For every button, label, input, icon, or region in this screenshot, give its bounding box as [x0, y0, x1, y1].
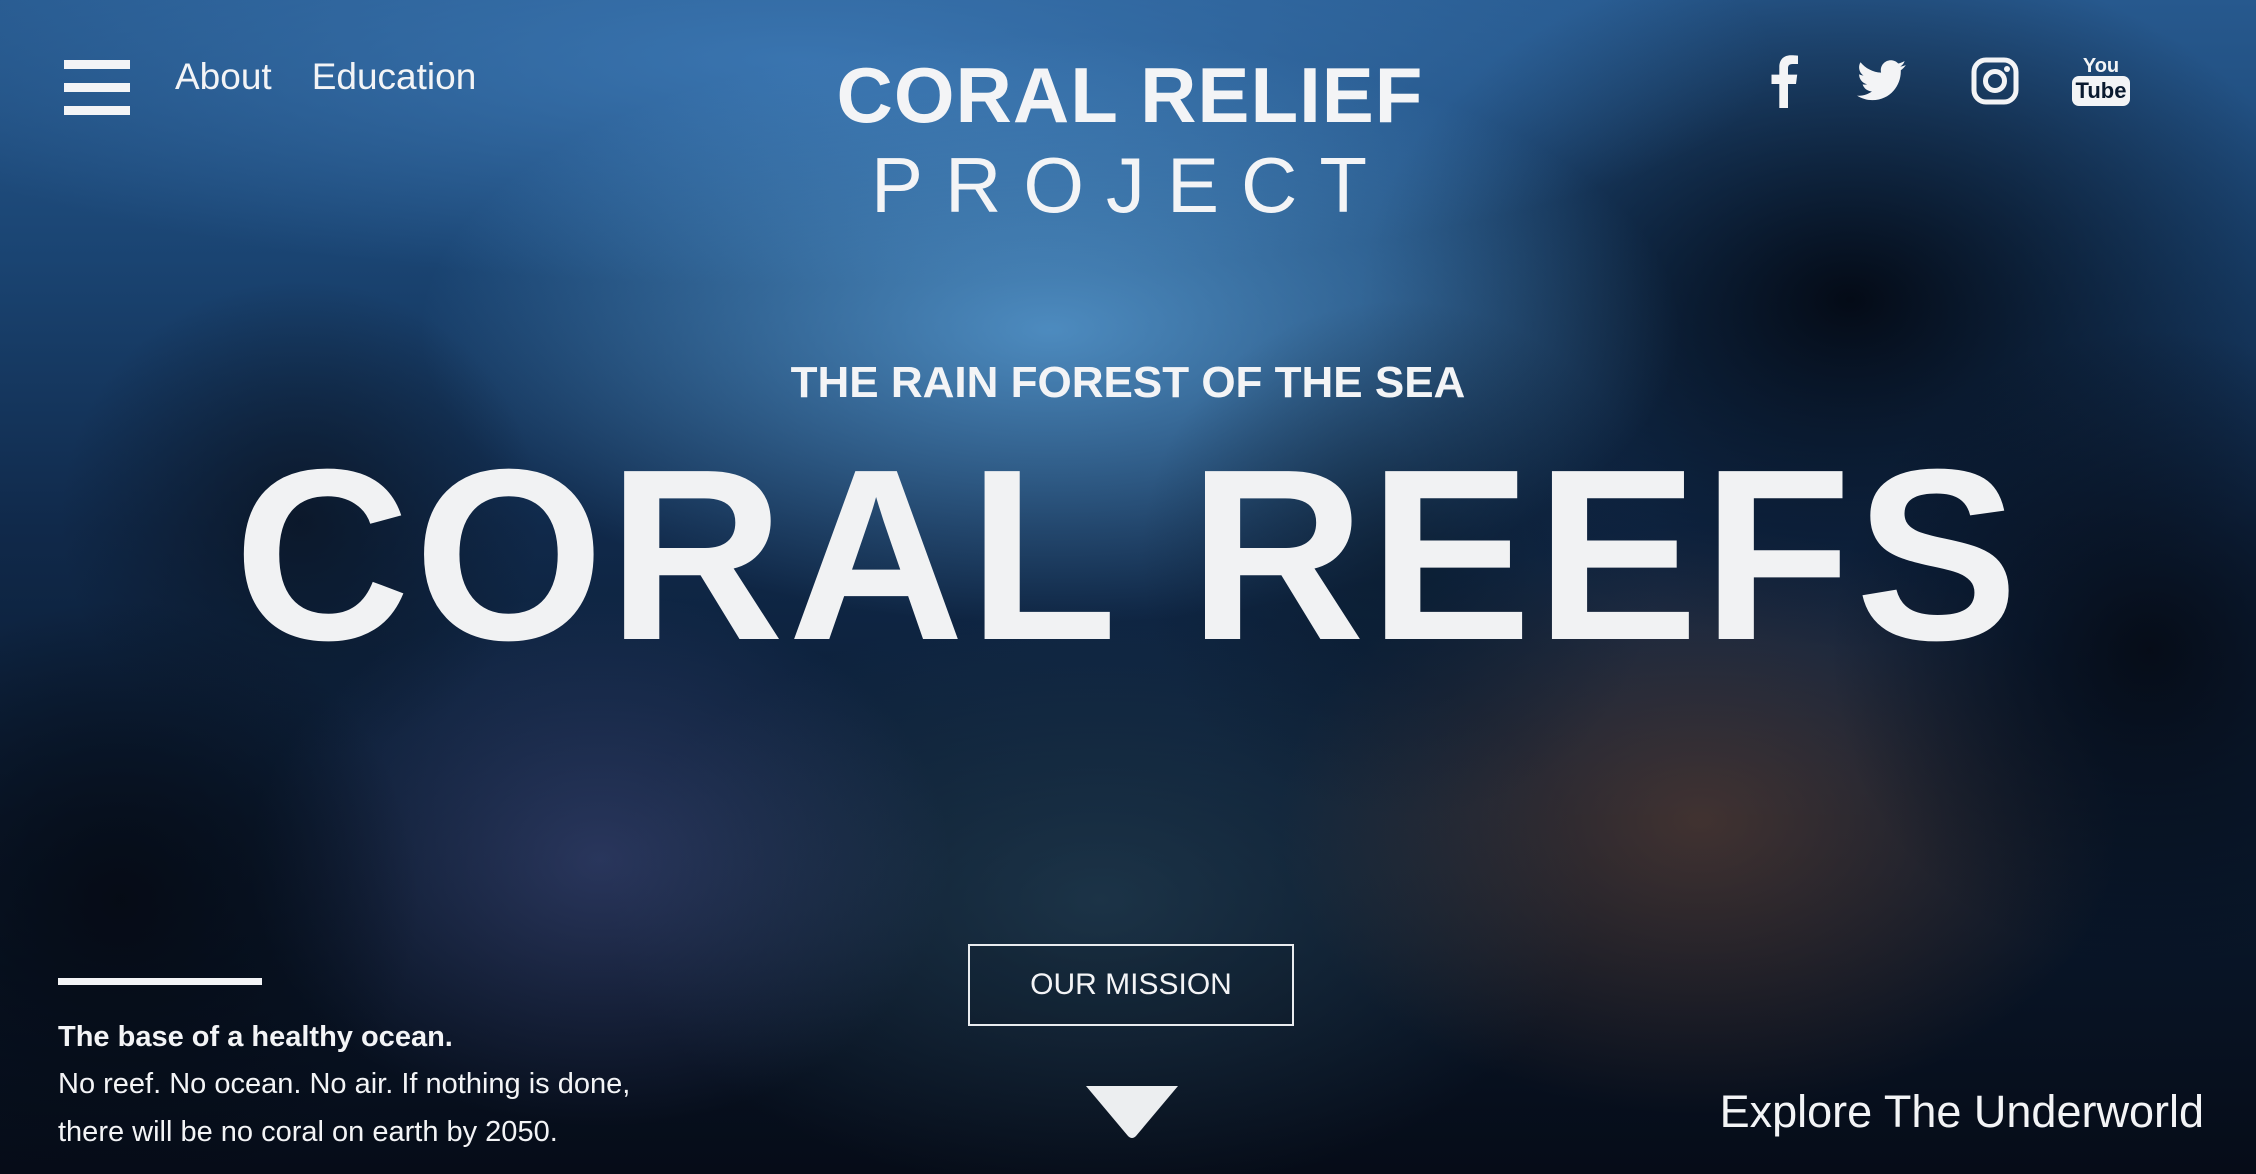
tagline-block: The base of a healthy ocean. No reef. No…: [58, 1018, 698, 1156]
nav-link-about[interactable]: About: [175, 56, 272, 98]
nav-link-education[interactable]: Education: [312, 56, 477, 98]
tagline-headline: The base of a healthy ocean.: [58, 1021, 453, 1053]
hero-title: CORAL REEFS: [233, 418, 2023, 691]
social-links: You Tube: [1736, 50, 2256, 120]
tagline-body: No reef. No ocean. No air. If nothing is…: [58, 1068, 631, 1148]
youtube-icon-label-bottom: Tube: [2071, 76, 2131, 106]
instagram-icon[interactable]: [1970, 50, 2020, 112]
twitter-icon[interactable]: [1854, 50, 1910, 112]
logo-title: CORAL RELIEF: [836, 51, 1424, 139]
logo-subtitle: PROJECT: [870, 141, 1390, 229]
our-mission-button[interactable]: OUR MISSION: [968, 944, 1294, 1026]
facebook-icon[interactable]: [1766, 50, 1802, 112]
section-divider: [58, 978, 262, 985]
youtube-icon-label-top: You: [2082, 55, 2120, 77]
hamburger-menu-icon[interactable]: [64, 60, 130, 116]
hero-subtitle: THE RAIN FOREST OF THE SEA: [790, 358, 1466, 407]
explore-underworld-link[interactable]: Explore The Underworld: [1720, 1086, 2204, 1138]
landing-page: About Education CORAL RELIEF PROJECT You…: [0, 0, 2256, 1174]
main-nav: About Education: [175, 56, 476, 98]
youtube-icon[interactable]: You Tube: [2071, 50, 2131, 112]
down-triangle-icon[interactable]: [1084, 1084, 1180, 1140]
top-navigation: About Education CORAL RELIEF PROJECT You…: [0, 0, 2256, 229]
site-logo[interactable]: CORAL RELIEF PROJECT: [830, 56, 1430, 236]
